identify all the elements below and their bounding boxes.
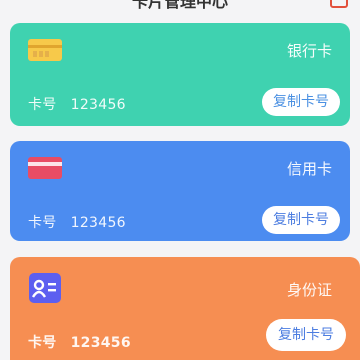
card-type-label: 银行卡: [286, 42, 332, 60]
copy-card-number-button[interactable]: 复制卡号: [262, 88, 340, 116]
card-number-value: 123456: [70, 215, 126, 231]
credit-card[interactable]: 信用卡 卡号 123456 复制卡号: [10, 141, 350, 241]
card-number-value: 123456: [70, 335, 131, 351]
copy-card-number-button[interactable]: 复制卡号: [262, 206, 340, 234]
credit-card-icon: [28, 155, 62, 181]
share-icon[interactable]: [330, 0, 348, 8]
card-type-label: 身份证: [286, 281, 332, 299]
card-number: 卡号 123456: [28, 212, 126, 232]
card-number: 卡号 123456: [28, 94, 126, 114]
card-type-label: 信用卡: [286, 160, 332, 178]
card-number-value: 123456: [70, 97, 126, 113]
id-card-icon: [28, 273, 62, 303]
id-card[interactable]: 身份证 卡号 123456 复制卡号: [10, 257, 360, 360]
card-number: 卡号 123456: [28, 332, 131, 352]
card-number-label: 卡号: [28, 97, 57, 113]
bank-card-icon: [28, 37, 62, 63]
bank-card[interactable]: 银行卡 卡号 123456 复制卡号: [10, 23, 350, 126]
page-title: 卡片管理中心: [131, 0, 228, 11]
card-number-label: 卡号: [28, 335, 57, 351]
card-number-label: 卡号: [28, 215, 57, 231]
copy-card-number-button[interactable]: 复制卡号: [266, 319, 346, 351]
